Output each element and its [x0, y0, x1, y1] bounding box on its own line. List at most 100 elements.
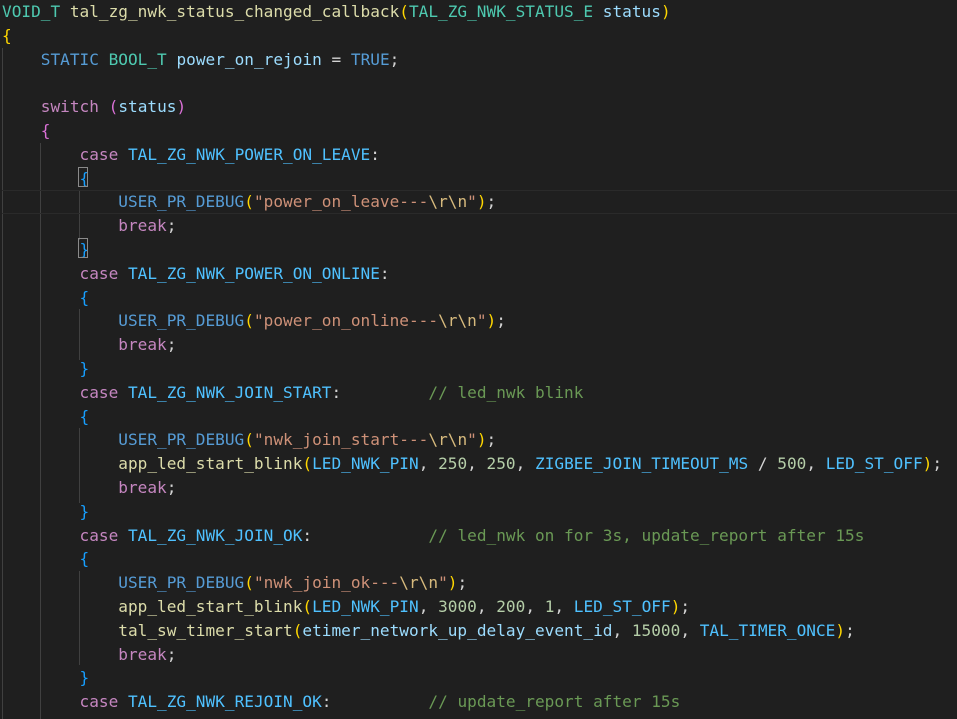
code-token: app_led_start_blink: [118, 597, 303, 616]
code-token: (: [292, 620, 303, 640]
code-line[interactable]: {: [2, 405, 957, 429]
code-line[interactable]: USER_PR_DEBUG("nwk_join_start---\r\n");: [2, 428, 957, 452]
code-token: TAL_ZG_NWK_JOIN_START: [127, 382, 332, 402]
code-token: (: [108, 97, 119, 117]
code-line[interactable]: case TAL_ZG_NWK_JOIN_OK: // led_nwk on f…: [2, 524, 957, 548]
code-token: ,: [554, 597, 574, 616]
code-token: ": [476, 311, 487, 331]
code-line[interactable]: break;: [2, 214, 957, 238]
code-line[interactable]: USER_PR_DEBUG("power_on_online---\r\n");: [2, 309, 957, 333]
code-token: ;: [166, 478, 177, 497]
code-line[interactable]: {: [2, 547, 957, 571]
bracket-match-highlight-open: [78, 167, 88, 187]
code-line[interactable]: VOID_T tal_zg_nwk_status_changed_callbac…: [2, 0, 957, 24]
code-token: ": [467, 430, 477, 450]
code-line[interactable]: }: [2, 666, 957, 690]
code-token: ,: [476, 597, 497, 616]
code-token: 250: [486, 454, 516, 474]
code-token: ;: [166, 216, 177, 236]
code-line[interactable]: [2, 71, 957, 95]
code-token: break: [118, 478, 167, 497]
code-token: "power_on_leave---: [253, 192, 429, 212]
code-line[interactable]: {: [2, 167, 957, 191]
code-token: ,: [806, 454, 826, 474]
code-line[interactable]: break;: [2, 643, 957, 667]
code-token: (: [244, 573, 254, 593]
code-token: :: [379, 263, 390, 283]
code-token: status: [118, 97, 177, 117]
code-token: ): [660, 2, 671, 21]
code-line[interactable]: switch (status): [2, 95, 957, 119]
code-line[interactable]: app_led_start_blink(LED_NWK_PIN, 3000, 2…: [2, 595, 957, 619]
code-line[interactable]: USER_PR_DEBUG("power_on_leave---\r\n");: [2, 190, 957, 215]
code-token: break: [118, 335, 167, 355]
code-token: LED_ST_OFF: [573, 597, 671, 616]
code-line[interactable]: STATIC BOOL_T power_on_rejoin = TRUE;: [2, 48, 957, 72]
code-token: case: [79, 525, 119, 545]
code-token: TAL_ZG_NWK_STATUS_E: [408, 2, 594, 21]
code-editor[interactable]: VOID_T tal_zg_nwk_status_changed_callbac…: [0, 0, 957, 719]
code-token: (: [399, 2, 409, 21]
code-line[interactable]: }: [2, 500, 957, 524]
code-token: // led_nwk on for 3s, update_report afte…: [428, 525, 865, 545]
code-token: {: [2, 25, 12, 45]
code-token: VOID_T: [2, 2, 61, 21]
code-token: switch: [40, 97, 99, 117]
code-line[interactable]: case TAL_ZG_NWK_JOIN_START: // led_nwk b…: [2, 381, 957, 405]
code-token: TAL_ZG_NWK_POWER_ON_LEAVE: [127, 144, 371, 164]
code-token: LED_NWK_PIN: [312, 597, 419, 616]
code-token: tal_sw_timer_start: [118, 620, 293, 640]
code-token: ;: [166, 335, 177, 355]
code-token: ;: [486, 430, 497, 450]
code-token: ,: [680, 620, 700, 640]
code-line[interactable]: app_led_start_blink(LED_NWK_PIN, 250, 25…: [2, 452, 957, 476]
code-token: ): [835, 620, 846, 640]
code-line[interactable]: tal_sw_timer_start(etimer_network_up_del…: [2, 619, 957, 643]
code-line[interactable]: {: [2, 286, 957, 310]
code-token: app_led_start_blink: [118, 454, 303, 474]
code-line[interactable]: break;: [2, 476, 957, 500]
code-line[interactable]: case TAL_ZG_NWK_POWER_ON_LEAVE:: [2, 143, 957, 167]
code-token: 250: [438, 454, 468, 474]
code-line[interactable]: USER_PR_DEBUG("nwk_join_ok---\r\n");: [2, 571, 957, 595]
code-token: \r\n: [428, 192, 468, 212]
code-line[interactable]: break;: [2, 333, 957, 357]
code-token: ,: [467, 454, 487, 474]
code-token: LED_ST_OFF: [825, 454, 923, 474]
code-line[interactable]: {: [2, 119, 957, 143]
code-token: \r\n: [428, 430, 468, 450]
code-token: ;: [457, 573, 468, 593]
code-token: status: [602, 2, 661, 21]
code-line[interactable]: case TAL_ZG_NWK_REJOIN_OK: // update_rep…: [2, 690, 957, 714]
code-token: {: [79, 549, 90, 569]
code-line[interactable]: {: [2, 24, 957, 48]
code-token: ): [176, 97, 187, 117]
code-token: USER_PR_DEBUG: [118, 192, 245, 212]
code-line[interactable]: }: [2, 357, 957, 381]
code-token: (: [302, 454, 313, 474]
code-token: "nwk_join_start---: [253, 430, 429, 450]
code-token: ,: [612, 620, 632, 640]
code-line[interactable]: case TAL_ZG_NWK_POWER_ON_ONLINE:: [2, 262, 957, 286]
code-token: /: [748, 454, 778, 474]
code-token: ;: [166, 644, 177, 664]
code-token: // update_report after 15s: [428, 692, 681, 712]
code-token: 15000: [631, 620, 681, 640]
code-token: BOOL_T: [108, 49, 167, 69]
code-line[interactable]: }: [2, 238, 957, 262]
code-token: ;: [496, 311, 506, 331]
